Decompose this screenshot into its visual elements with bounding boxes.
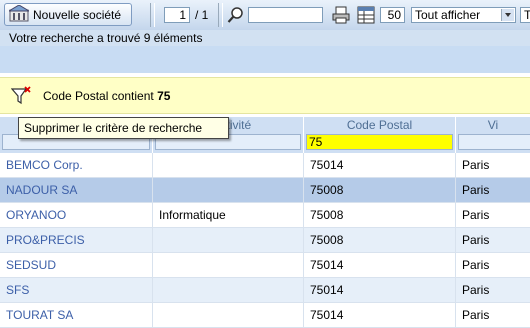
city-cell: Paris [462, 183, 490, 197]
search-input[interactable] [248, 7, 323, 23]
activity-cell [153, 253, 304, 277]
postal-code-cell: 75014 [304, 303, 456, 327]
activity-cell [153, 178, 304, 202]
company-name-link[interactable]: NADOUR SA [0, 178, 153, 202]
city-cell: Paris [462, 283, 490, 297]
filter-bar [0, 46, 530, 73]
building-icon [7, 3, 31, 25]
company-name-link[interactable]: SFS [0, 278, 153, 302]
tooltip: Supprimer le critère de recherche [18, 117, 229, 139]
postal-code-cell: 75014 [304, 253, 456, 277]
activity-cell [153, 153, 304, 177]
company-name-link[interactable]: PRO&PRECIS [0, 228, 153, 252]
activity-cell: Informatique [153, 203, 304, 227]
toolbar-clipped-field[interactable]: T [520, 7, 530, 23]
toolbar-separator [218, 3, 223, 27]
table-row[interactable]: PRO&PRECIS 75008 Paris [0, 228, 530, 253]
postal-code-cell: 75008 [304, 228, 456, 252]
column-header-city[interactable]: Vi [456, 117, 530, 153]
company-name-link[interactable]: SEDSUD [0, 253, 153, 277]
company-name-link[interactable]: TOURAT SA [0, 303, 153, 327]
results-count: Votre recherche a trouvé 9 éléments [0, 30, 530, 46]
postal-header-label: Code Postal [346, 118, 413, 132]
criteria-prefix: Code Postal contient [43, 89, 158, 103]
new-company-button[interactable]: Nouvelle société [4, 3, 132, 26]
postal-code-cell: 75008 [304, 203, 456, 227]
city-cell: Paris [462, 308, 490, 322]
display-filter-value: Tout afficher [415, 8, 481, 22]
postal-code-cell: 75008 [304, 178, 456, 202]
page-total: / 1 [195, 8, 209, 22]
print-icon[interactable] [332, 6, 350, 24]
city-cell: Paris [462, 158, 490, 172]
search-criteria-bar: Code Postal contient 75 [0, 77, 530, 114]
table-row[interactable]: SFS 75014 Paris [0, 278, 530, 303]
city-header-label: Vi [487, 118, 499, 132]
table-row[interactable]: SEDSUD 75014 Paris [0, 253, 530, 278]
postal-filter-input[interactable]: 75 [306, 134, 453, 150]
criteria-value: 75 [157, 89, 171, 103]
company-name-link[interactable]: BEMCO Corp. [0, 153, 153, 177]
new-company-label: Nouvelle société [33, 7, 122, 22]
table-icon[interactable] [357, 6, 375, 24]
activity-cell [153, 303, 304, 327]
postal-code-cell: 75014 [304, 153, 456, 177]
table-row[interactable]: ORYANOO Informatique 75008 Paris [0, 203, 530, 228]
display-filter-select[interactable]: Tout afficher [411, 7, 516, 23]
search-icon[interactable] [227, 6, 245, 24]
toolbar: Nouvelle société 1 / 1 50 Tout afficher [0, 0, 530, 31]
postal-code-cell: 75014 [304, 278, 456, 302]
column-header-postal-code[interactable]: Code Postal 75 [304, 117, 456, 153]
chevron-down-icon [501, 9, 514, 21]
company-name-link[interactable]: ORYANOO [0, 203, 153, 227]
table-row[interactable]: TOURAT SA 75014 Paris [0, 303, 530, 328]
table-row[interactable]: NADOUR SA 75008 Paris [0, 178, 530, 203]
criteria-text: Code Postal contient 75 [43, 89, 170, 103]
rows-per-page-input[interactable]: 50 [380, 7, 405, 23]
activity-cell [153, 278, 304, 302]
city-filter-input[interactable] [458, 134, 530, 150]
city-cell: Paris [462, 208, 490, 222]
filter-remove-icon[interactable] [10, 86, 31, 106]
toolbar-separator [150, 3, 155, 27]
city-cell: Paris [462, 258, 490, 272]
activity-cell [153, 228, 304, 252]
city-cell: Paris [462, 233, 490, 247]
page-number-input[interactable]: 1 [164, 7, 190, 23]
table-row[interactable]: BEMCO Corp. 75014 Paris [0, 153, 530, 178]
